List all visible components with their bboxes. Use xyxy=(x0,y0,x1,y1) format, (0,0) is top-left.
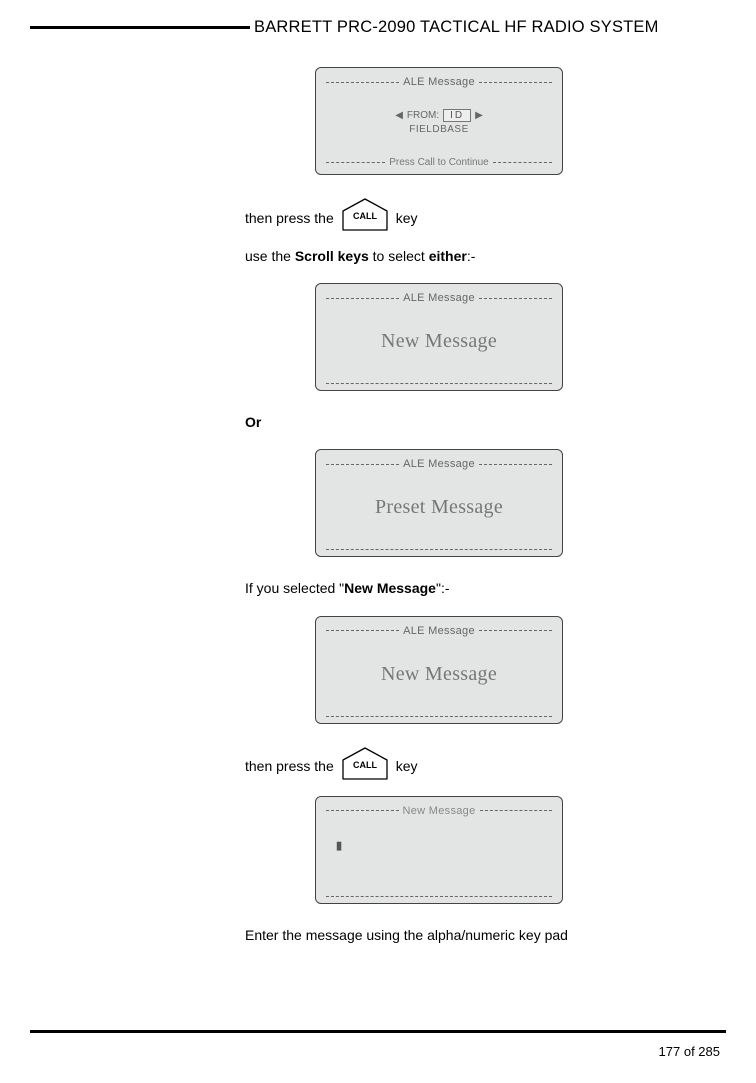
instruction-enter-message: Enter the message using the alpha/numeri… xyxy=(245,926,705,944)
instruction-scroll-keys: use the Scroll keys to select either:- xyxy=(245,247,705,265)
dash xyxy=(326,464,399,465)
lcd-title-row: ALE Message xyxy=(326,458,552,470)
text: then press the xyxy=(245,758,334,776)
lcd-title: ALE Message xyxy=(403,76,475,88)
lcd-big-text: New Message xyxy=(381,330,497,353)
instruction-press-call-1: then press the CALL key xyxy=(245,197,705,227)
lcd-bottom-dash xyxy=(326,383,552,384)
text: key xyxy=(396,758,418,776)
dash xyxy=(479,630,552,631)
lcd-from-row: ◀ FROM: ID ▶ xyxy=(395,109,483,122)
lcd-footer-row: Press Call to Continue xyxy=(326,157,552,168)
lcd-bottom-dash xyxy=(326,549,552,550)
lcd-screen-new-message-2: ALE Message New Message xyxy=(315,616,563,724)
text: ":- xyxy=(436,580,450,596)
text-bold: Scroll keys xyxy=(295,248,369,264)
header-rule-left xyxy=(30,26,250,29)
lcd-title-row: ALE Message xyxy=(326,292,552,304)
dash xyxy=(326,630,399,631)
footer-rule xyxy=(30,1030,726,1033)
call-key-label: CALL xyxy=(353,760,377,770)
fieldbase-label: FIELDBASE xyxy=(409,124,469,135)
lcd-screen-from: ALE Message ◀ FROM: ID ▶ FIELDBASE Press… xyxy=(315,67,563,175)
call-key-icon: CALL xyxy=(339,746,391,780)
text: to select xyxy=(369,248,429,264)
page-number: 177 of 285 xyxy=(659,1044,720,1059)
text: If you selected " xyxy=(245,580,344,596)
lcd-screen-preset-message: ALE Message Preset Message xyxy=(315,449,563,557)
text: use the xyxy=(245,248,295,264)
from-id-box: ID xyxy=(443,109,471,122)
lcd-big-text: New Message xyxy=(381,663,497,686)
arrow-left-icon: ◀ xyxy=(395,110,403,121)
dash-right xyxy=(479,82,552,83)
text: :- xyxy=(467,248,476,264)
lcd-title-row: New Message xyxy=(326,805,552,817)
or-label: Or xyxy=(245,413,705,431)
instruction-press-call-2: then press the CALL key xyxy=(245,746,705,776)
text: then press the xyxy=(245,210,334,228)
dash xyxy=(326,810,399,811)
call-key-icon: CALL xyxy=(339,197,391,231)
lcd-title: ALE Message xyxy=(403,625,475,637)
instruction-if-new-message: If you selected "New Message":- xyxy=(245,579,705,597)
dash xyxy=(479,298,552,299)
header-title: BARRETT PRC-2090 TACTICAL HF RADIO SYSTE… xyxy=(250,18,659,37)
call-key-label: CALL xyxy=(353,211,377,221)
lcd-title: ALE Message xyxy=(403,458,475,470)
lcd-body: ◀ FROM: ID ▶ FIELDBASE xyxy=(326,88,552,155)
lcd-body xyxy=(326,817,552,892)
lcd-title-row: ALE Message xyxy=(326,625,552,637)
text-bold: New Message xyxy=(344,580,436,596)
lcd-footer-text: Press Call to Continue xyxy=(389,157,489,168)
lcd-screen-new-message: ALE Message New Message xyxy=(315,283,563,391)
text: key xyxy=(396,210,418,228)
lcd-bottom-dash xyxy=(326,716,552,717)
page-header: BARRETT PRC-2090 TACTICAL HF RADIO SYSTE… xyxy=(30,18,726,37)
dash xyxy=(326,162,385,163)
dash-left xyxy=(326,82,399,83)
dash xyxy=(479,464,552,465)
arrow-right-icon: ▶ xyxy=(475,110,483,121)
lcd-title: ALE Message xyxy=(403,292,475,304)
lcd-screen-entry: New Message ▮ xyxy=(315,796,563,904)
text-cursor-icon: ▮ xyxy=(336,839,342,852)
dash xyxy=(480,810,553,811)
lcd-body: Preset Message xyxy=(326,470,552,545)
lcd-body: New Message xyxy=(326,304,552,379)
lcd-title-row: ALE Message xyxy=(326,76,552,88)
content-column: ALE Message ◀ FROM: ID ▶ FIELDBASE Press… xyxy=(245,67,705,944)
dash xyxy=(493,162,552,163)
dash xyxy=(326,298,399,299)
page: BARRETT PRC-2090 TACTICAL HF RADIO SYSTE… xyxy=(0,0,756,1083)
lcd-body: New Message xyxy=(326,637,552,712)
text-bold: either xyxy=(429,248,467,264)
lcd-bottom-dash xyxy=(326,896,552,897)
lcd-title: New Message xyxy=(403,805,476,817)
lcd-big-text: Preset Message xyxy=(375,496,503,519)
from-label: FROM: xyxy=(407,110,439,121)
